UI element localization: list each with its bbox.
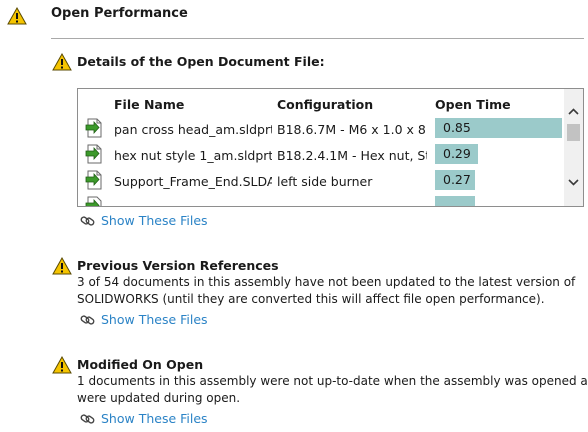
link-icon	[80, 313, 96, 327]
page-title: Open Performance	[51, 6, 188, 21]
warning-icon	[52, 356, 72, 374]
file-name-cell: Support_Frame_End.SLDA...	[114, 174, 272, 189]
link-icon	[80, 214, 96, 228]
previous-version-description-line2: SOLIDWORKS (until they are converted thi…	[77, 292, 545, 306]
warning-icon	[52, 257, 72, 275]
column-header-file-name[interactable]: File Name	[114, 97, 184, 112]
divider	[51, 38, 584, 39]
modified-on-open-title: Modified On Open	[77, 357, 204, 372]
open-time-bar: 0.29	[435, 144, 478, 164]
configuration-cell: B18.2.4.1M - Hex nut, Sty...	[277, 148, 427, 163]
scroll-up-button[interactable]	[564, 103, 583, 121]
open-time-bar: 0.85	[435, 118, 562, 138]
show-files-link-modified-on-open[interactable]: Show These Files	[101, 411, 208, 426]
modified-on-open-description-line2: were updated during open.	[77, 391, 241, 405]
sldprt-file-icon	[85, 118, 103, 138]
link-icon	[80, 412, 96, 426]
warning-icon	[52, 53, 72, 71]
column-header-configuration[interactable]: Configuration	[277, 97, 373, 112]
file-name-cell: pan cross head_am.sldprt	[114, 122, 272, 137]
file-name-cell: hex nut style 1_am.sldprt	[114, 148, 272, 163]
table-row[interactable]: hex nut style 1_am.sldprt B18.2.4.1M - H…	[78, 143, 562, 169]
modified-on-open-description-line1: 1 documents in this assembly were not up…	[77, 374, 588, 388]
show-files-link-previous-version[interactable]: Show These Files	[101, 312, 208, 327]
scrollbar-thumb[interactable]	[567, 124, 580, 141]
table-row-partial[interactable]	[78, 195, 562, 206]
open-time-bar: 0.27	[435, 170, 475, 190]
scroll-down-button[interactable]	[564, 173, 583, 191]
previous-version-title: Previous Version References	[77, 258, 279, 273]
sldprt-file-icon	[85, 144, 103, 164]
column-header-open-time[interactable]: Open Time	[435, 97, 511, 112]
configuration-cell: B18.6.7M - M6 x 1.0 x 8 ...	[277, 122, 427, 137]
previous-version-description-line1: 3 of 54 documents in this assembly have …	[77, 275, 576, 289]
table-row[interactable]: Support_Frame_End.SLDA... left side burn…	[78, 169, 562, 195]
file-icon	[85, 196, 103, 206]
warning-icon	[7, 7, 27, 25]
open-time-bar	[435, 196, 475, 206]
show-files-link-details[interactable]: Show These Files	[101, 213, 208, 228]
table-row[interactable]: pan cross head_am.sldprt B18.6.7M - M6 x…	[78, 117, 562, 143]
sldasm-file-icon	[85, 170, 103, 190]
details-section-title: Details of the Open Document File:	[77, 54, 325, 69]
vertical-scrollbar[interactable]	[564, 89, 583, 206]
open-time-table: File Name Configuration Open Time pan cr…	[77, 88, 584, 207]
configuration-cell: left side burner	[277, 174, 373, 189]
